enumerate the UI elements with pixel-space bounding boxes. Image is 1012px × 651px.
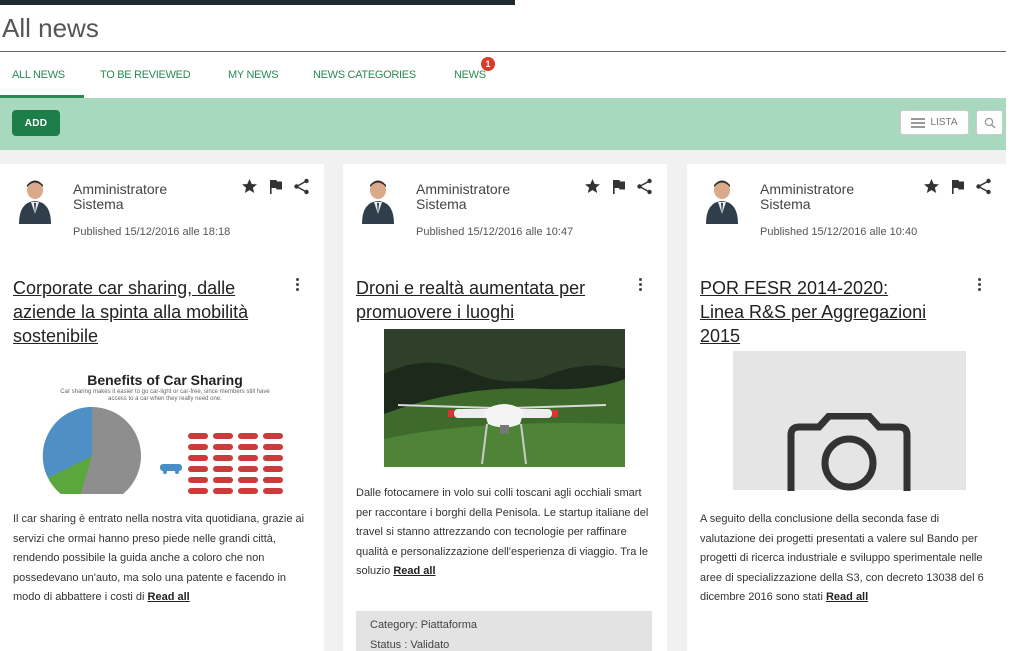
- news-category: Category: Piattaforma: [370, 619, 477, 631]
- news-tabs: ALL NEWS TO BE REVIEWED MY NEWS NEWS CAT…: [0, 52, 1006, 98]
- news-image: [384, 329, 625, 467]
- news-card: Amministratore Sistema Published 15/12/2…: [0, 164, 324, 651]
- car-glyph: [188, 488, 208, 494]
- car-glyph: [238, 477, 258, 483]
- news-card: Amministratore Sistema Published 15/12/2…: [687, 164, 1006, 651]
- flag-icon[interactable]: [610, 178, 627, 195]
- news-meta: Category: Piattaforma Status : Validato: [356, 611, 652, 651]
- list-icon: [911, 117, 926, 128]
- news-card: Amministratore Sistema Published 15/12/2…: [343, 164, 667, 651]
- car-glyph: [188, 455, 208, 461]
- car-glyph: [263, 488, 283, 494]
- car-glyph: [213, 433, 233, 439]
- car-glyph: [263, 433, 283, 439]
- car-glyph: [263, 444, 283, 450]
- published-date: Published 15/12/2016 alle 10:40: [760, 226, 918, 238]
- car-glyph: [188, 444, 208, 450]
- star-icon[interactable]: [241, 178, 258, 195]
- drone-photo: [384, 329, 625, 467]
- search-icon: [984, 117, 996, 129]
- kebab-icon[interactable]: [637, 278, 643, 292]
- flag-icon[interactable]: [267, 178, 284, 195]
- news-title[interactable]: Corporate car sharing, dalle aziende la …: [13, 276, 283, 348]
- kebab-icon[interactable]: [976, 278, 982, 292]
- published-date: Published 15/12/2016 alle 10:47: [416, 226, 574, 238]
- avatar: [362, 180, 394, 224]
- read-all-link[interactable]: Read all: [148, 591, 190, 603]
- car-glyph: [263, 466, 283, 472]
- avatar: [706, 180, 738, 224]
- tab-news[interactable]: NEWS 1: [454, 57, 495, 81]
- news-excerpt-text: Il car sharing è entrato nella nostra vi…: [13, 513, 305, 603]
- search-button[interactable]: [976, 110, 1003, 135]
- tab-all-news[interactable]: ALL NEWS: [12, 69, 65, 81]
- read-all-link[interactable]: Read all: [393, 565, 435, 577]
- tab-my-news[interactable]: MY NEWS: [228, 69, 279, 81]
- add-button[interactable]: ADD: [12, 110, 60, 136]
- tab-news-label: NEWS: [454, 69, 486, 81]
- avatar: [19, 180, 51, 224]
- author-name: Amministratore Sistema: [416, 181, 511, 212]
- kebab-icon[interactable]: [294, 278, 300, 292]
- page-title: All news: [2, 13, 99, 43]
- notification-badge: 1: [480, 57, 495, 71]
- tab-to-be-reviewed[interactable]: TO BE REVIEWED: [100, 69, 191, 81]
- car-glyph: [263, 477, 283, 483]
- card-actions: [241, 178, 310, 195]
- card-actions: [923, 178, 992, 195]
- car-glyph: [213, 444, 233, 450]
- list-view-button[interactable]: LISTA: [900, 110, 969, 135]
- news-toolbar: ADD LISTA: [0, 98, 1006, 150]
- car-glyph: [188, 466, 208, 472]
- news-excerpt-text: Dalle fotocamere in volo sui colli tosca…: [356, 487, 649, 577]
- car-glyph: [263, 455, 283, 461]
- car-glyph: [213, 466, 233, 472]
- news-excerpt: Il car sharing è entrato nella nostra vi…: [13, 510, 313, 608]
- car-sharing-graphic: [42, 406, 283, 494]
- published-date: Published 15/12/2016 alle 18:18: [73, 226, 231, 238]
- car-glyph: [238, 466, 258, 472]
- car-glyph: [213, 455, 233, 461]
- top-app-bar-strip: [0, 0, 515, 5]
- car-glyph: [188, 477, 208, 483]
- news-excerpt: Dalle fotocamere in volo sui colli tosca…: [356, 484, 656, 582]
- camera-icon: [787, 413, 911, 491]
- news-image: Benefits of Car Sharing Car sharing make…: [40, 369, 290, 494]
- car-glyph: [238, 433, 258, 439]
- news-title[interactable]: Droni e realtà aumentata per promuovere …: [356, 276, 606, 324]
- share-icon[interactable]: [293, 178, 310, 195]
- star-icon[interactable]: [584, 178, 601, 195]
- car-glyph: [213, 477, 233, 483]
- car-glyph: [188, 433, 208, 439]
- car-glyph: [238, 455, 258, 461]
- news-excerpt: A seguito della conclusione della second…: [700, 510, 992, 608]
- read-all-link[interactable]: Read all: [826, 591, 868, 603]
- share-icon[interactable]: [975, 178, 992, 195]
- car-glyph: [238, 488, 258, 494]
- news-status: Status : Validato: [370, 639, 450, 651]
- tab-news-categories[interactable]: NEWS CATEGORIES: [313, 69, 416, 81]
- list-view-label: LISTA: [930, 117, 958, 128]
- card-actions: [584, 178, 653, 195]
- flag-icon[interactable]: [949, 178, 966, 195]
- news-title[interactable]: POR FESR 2014-2020: Linea R&S per Aggreg…: [700, 276, 930, 348]
- news-excerpt-text: A seguito della conclusione della second…: [700, 513, 984, 603]
- car-glyph: [213, 488, 233, 494]
- author-name: Amministratore Sistema: [73, 181, 168, 212]
- image-placeholder: [733, 351, 966, 491]
- share-icon[interactable]: [636, 178, 653, 195]
- author-name: Amministratore Sistema: [760, 181, 855, 212]
- car-glyph: [238, 444, 258, 450]
- star-icon[interactable]: [923, 178, 940, 195]
